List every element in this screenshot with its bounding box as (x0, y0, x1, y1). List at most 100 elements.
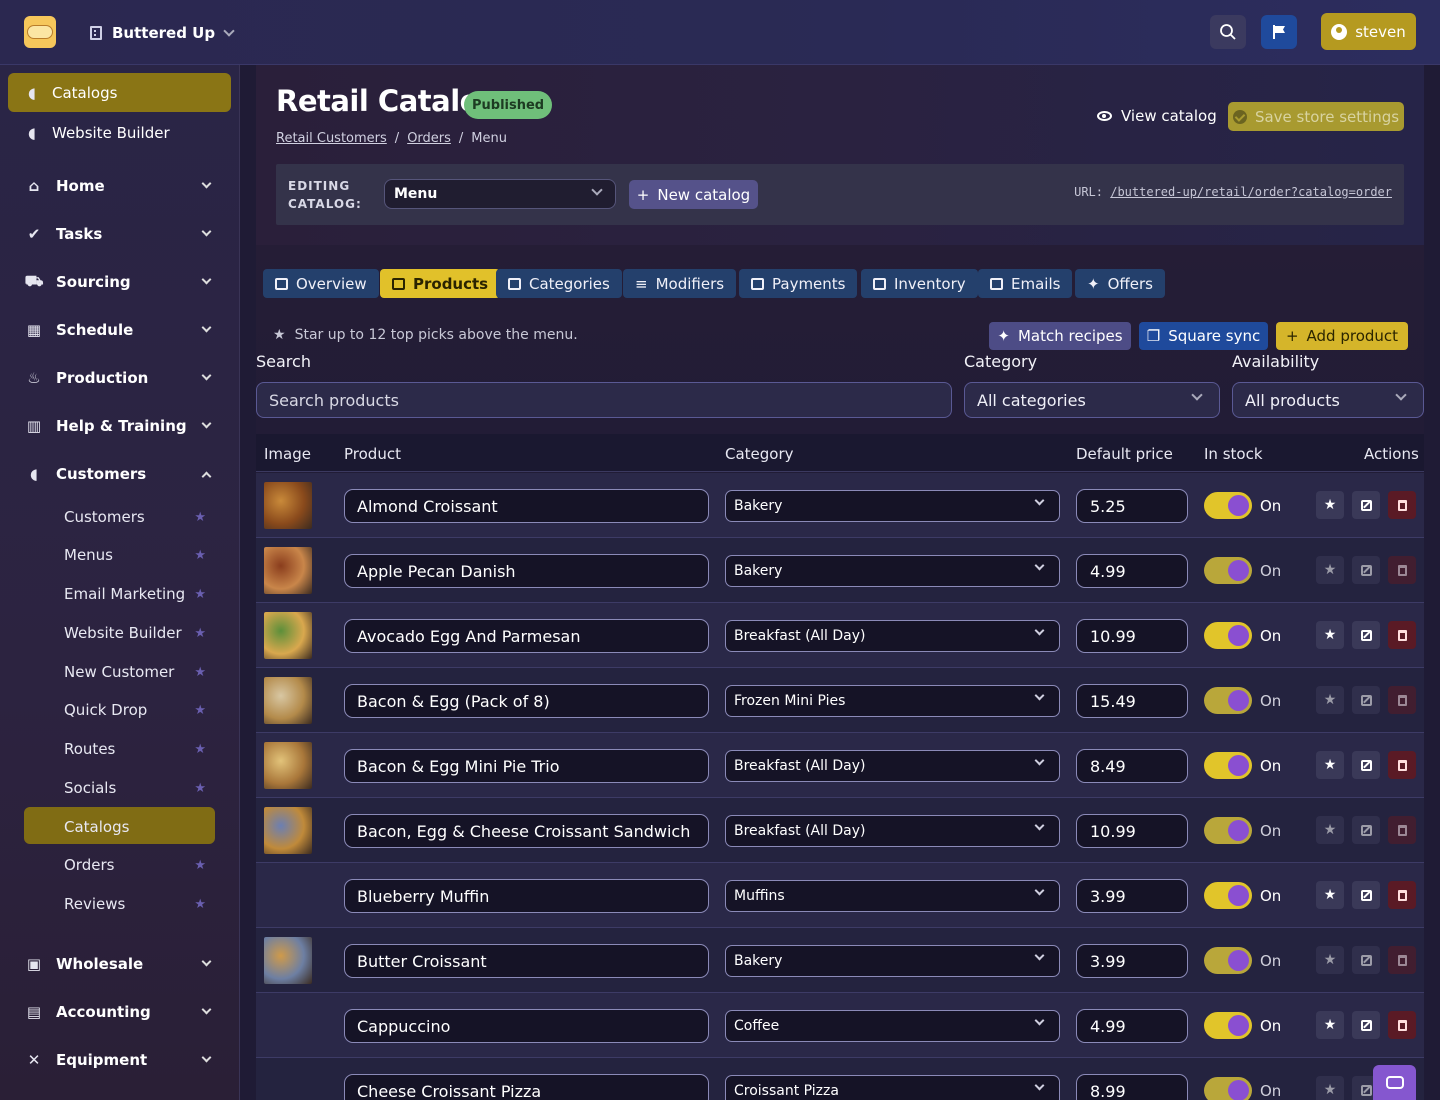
product-name-input[interactable]: Butter Croissant (344, 944, 709, 978)
star-icon[interactable]: ★ (194, 703, 206, 718)
delete-button[interactable] (1388, 686, 1416, 714)
product-name-input[interactable]: Blueberry Muffin (344, 879, 709, 913)
product-category-select[interactable]: Breakfast (All Day) (725, 620, 1060, 652)
tab-payments[interactable]: Payments (739, 269, 858, 298)
in-stock-toggle[interactable] (1204, 752, 1252, 779)
product-name-input[interactable]: Cheese Croissant Pizza (344, 1074, 709, 1100)
tab-categories[interactable]: Categories (496, 269, 622, 298)
feature-star-button[interactable]: ★ (1316, 686, 1344, 714)
flag-button[interactable] (1261, 15, 1297, 49)
product-price-input[interactable]: 8.99 (1076, 1074, 1188, 1100)
in-stock-toggle[interactable] (1204, 687, 1252, 714)
breadcrumb-orders[interactable]: Orders (407, 131, 451, 146)
user-menu-button[interactable]: steven (1321, 13, 1416, 50)
in-stock-toggle[interactable] (1204, 1077, 1252, 1100)
delete-button[interactable] (1388, 881, 1416, 909)
product-image[interactable] (264, 482, 312, 529)
tab-modifiers[interactable]: ≡ Modifiers (623, 269, 737, 298)
store-switcher[interactable]: Buttered Up (90, 22, 235, 44)
in-stock-toggle[interactable] (1204, 882, 1252, 909)
sidebar-item-menus[interactable]: Menus ★ (64, 546, 214, 564)
square-sync-button[interactable]: ❐ Square sync (1139, 322, 1268, 350)
product-price-input[interactable]: 3.99 (1076, 879, 1188, 913)
chat-button[interactable] (1373, 1065, 1416, 1100)
product-price-input[interactable]: 3.99 (1076, 944, 1188, 978)
sidebar-section-production[interactable]: ♨ Production (24, 369, 216, 387)
match-recipes-button[interactable]: ✦ Match recipes (989, 322, 1131, 350)
product-price-input[interactable]: 4.99 (1076, 1009, 1188, 1043)
product-category-select[interactable]: Coffee (725, 1010, 1060, 1042)
availability-filter-select[interactable]: All products (1232, 382, 1424, 418)
product-image[interactable] (264, 742, 312, 789)
search-input[interactable] (256, 382, 952, 418)
product-price-input[interactable]: 5.25 (1076, 489, 1188, 523)
product-price-input[interactable]: 10.99 (1076, 814, 1188, 848)
edit-button[interactable] (1352, 816, 1380, 844)
feature-star-button[interactable]: ★ (1316, 621, 1344, 649)
delete-button[interactable] (1388, 751, 1416, 779)
sidebar-section-accounting[interactable]: ▤ Accounting (24, 1003, 216, 1021)
search-button[interactable] (1210, 15, 1246, 49)
product-name-input[interactable]: Avocado Egg And Parmesan (344, 619, 709, 653)
product-image[interactable] (264, 612, 312, 659)
add-product-button[interactable]: + Add product (1276, 322, 1408, 350)
delete-button[interactable] (1388, 1011, 1416, 1039)
product-name-input[interactable]: Bacon, Egg & Cheese Croissant Sandwich (344, 814, 709, 848)
sidebar-item-website-builder[interactable]: Website Builder ★ (64, 624, 214, 642)
in-stock-toggle[interactable] (1204, 1012, 1252, 1039)
catalog-url-link[interactable]: /buttered-up/retail/order?catalog=order (1110, 185, 1392, 199)
product-image[interactable] (264, 937, 312, 984)
edit-button[interactable] (1352, 491, 1380, 519)
product-price-input[interactable]: 4.99 (1076, 554, 1188, 588)
feature-star-button[interactable]: ★ (1316, 751, 1344, 779)
star-icon[interactable]: ★ (194, 858, 206, 873)
feature-star-button[interactable]: ★ (1316, 1076, 1344, 1100)
product-name-input[interactable]: Bacon & Egg (Pack of 8) (344, 684, 709, 718)
edit-button[interactable] (1352, 751, 1380, 779)
in-stock-toggle[interactable] (1204, 622, 1252, 649)
feature-star-button[interactable]: ★ (1316, 946, 1344, 974)
sidebar-item-reviews[interactable]: Reviews ★ (64, 895, 214, 913)
delete-button[interactable] (1388, 491, 1416, 519)
sidebar-section-tasks[interactable]: ✔ Tasks (24, 225, 216, 243)
tab-emails[interactable]: Emails (978, 269, 1073, 298)
delete-button[interactable] (1388, 556, 1416, 584)
product-category-select[interactable]: Breakfast (All Day) (725, 815, 1060, 847)
product-name-input[interactable]: Cappuccino (344, 1009, 709, 1043)
feature-star-button[interactable]: ★ (1316, 816, 1344, 844)
feature-star-button[interactable]: ★ (1316, 556, 1344, 584)
sidebar-item-quick-drop[interactable]: Quick Drop ★ (64, 701, 214, 719)
product-image[interactable] (264, 677, 312, 724)
star-icon[interactable]: ★ (194, 510, 206, 525)
sidebar-pinned-catalogs[interactable]: ◖ Catalogs (8, 73, 231, 112)
sidebar-section-customers[interactable]: ◖ Customers (24, 465, 216, 483)
edit-button[interactable] (1352, 881, 1380, 909)
product-name-input[interactable]: Bacon & Egg Mini Pie Trio (344, 749, 709, 783)
view-catalog-button[interactable]: View catalog (1097, 107, 1217, 125)
feature-star-button[interactable]: ★ (1316, 1011, 1344, 1039)
star-icon[interactable]: ★ (194, 626, 206, 641)
sidebar-pinned-website-builder[interactable]: ◖ Website Builder (22, 124, 170, 142)
product-price-input[interactable]: 8.49 (1076, 749, 1188, 783)
product-image[interactable] (264, 807, 312, 854)
breadcrumb-retail-customers[interactable]: Retail Customers (276, 131, 387, 146)
sidebar-section-home[interactable]: ⌂ Home (24, 177, 216, 195)
sidebar-section-wholesale[interactable]: ▣ Wholesale (24, 955, 216, 973)
store-logo[interactable] (24, 16, 56, 48)
edit-button[interactable] (1352, 556, 1380, 584)
star-icon[interactable]: ★ (194, 781, 206, 796)
star-icon[interactable]: ★ (194, 742, 206, 757)
delete-button[interactable] (1388, 621, 1416, 649)
product-category-select[interactable]: Frozen Mini Pies (725, 685, 1060, 717)
delete-button[interactable] (1388, 816, 1416, 844)
sidebar-section-schedule[interactable]: ▦ Schedule (24, 321, 216, 339)
star-icon[interactable]: ★ (194, 587, 206, 602)
star-icon[interactable]: ★ (194, 897, 206, 912)
in-stock-toggle[interactable] (1204, 817, 1252, 844)
product-category-select[interactable]: Muffins (725, 880, 1060, 912)
product-category-select[interactable]: Bakery (725, 945, 1060, 977)
star-icon[interactable]: ★ (194, 665, 206, 680)
product-image[interactable] (264, 547, 312, 594)
feature-star-button[interactable]: ★ (1316, 491, 1344, 519)
new-catalog-button[interactable]: + New catalog (629, 180, 758, 209)
